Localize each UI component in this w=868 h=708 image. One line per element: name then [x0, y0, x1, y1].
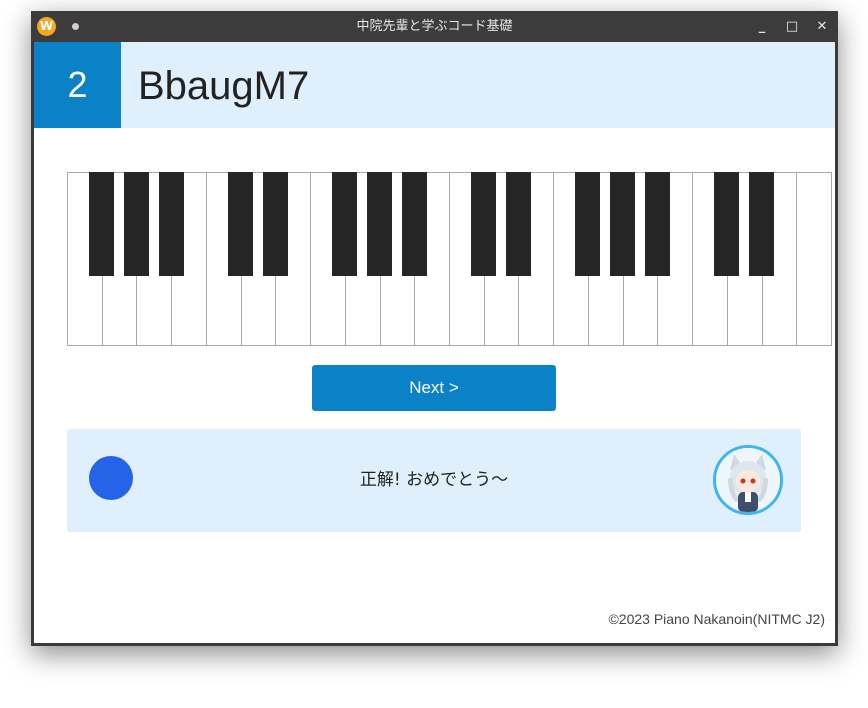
piano-keyboard[interactable] — [67, 172, 832, 346]
black-key[interactable] — [158, 172, 184, 276]
close-button[interactable]: ✕ — [809, 11, 835, 42]
window-title: 中院先輩と学ぶコード基礎 — [356, 19, 513, 34]
chord-name: BbaugM7 — [138, 64, 310, 108]
feedback-panel: 正解! おめでとう～ — [67, 429, 801, 532]
feedback-message: 正解! おめでとう～ — [359, 470, 509, 490]
black-key[interactable] — [575, 172, 601, 276]
black-key[interactable] — [228, 172, 254, 276]
question-header: 2 BbaugM7 — [34, 42, 835, 128]
black-key[interactable] — [401, 172, 427, 276]
black-key[interactable] — [262, 172, 288, 276]
black-key[interactable] — [471, 172, 497, 276]
black-key[interactable] — [89, 172, 115, 276]
next-button[interactable]: Next > — [312, 365, 556, 411]
copyright-footer: ©2023 Piano Nakanoin(NITMC J2) — [608, 611, 825, 627]
white-key[interactable] — [796, 172, 832, 346]
black-key[interactable] — [749, 172, 775, 276]
black-key[interactable] — [367, 172, 393, 276]
maximize-button[interactable]: □ — [779, 11, 805, 42]
black-key[interactable] — [610, 172, 636, 276]
app-window: W 中院先輩と学ぶコード基礎 _ □ ✕ 2 BbaugM7 Next > 正解… — [31, 11, 838, 646]
minimize-button[interactable]: _ — [749, 11, 775, 42]
black-key[interactable] — [332, 172, 358, 276]
black-key[interactable] — [505, 172, 531, 276]
black-key[interactable] — [644, 172, 670, 276]
title-bar: W 中院先輩と学ぶコード基礎 _ □ ✕ — [31, 11, 838, 42]
black-key[interactable] — [123, 172, 149, 276]
black-key[interactable] — [714, 172, 740, 276]
character-avatar-icon — [713, 445, 783, 515]
question-number: 2 — [34, 42, 121, 128]
